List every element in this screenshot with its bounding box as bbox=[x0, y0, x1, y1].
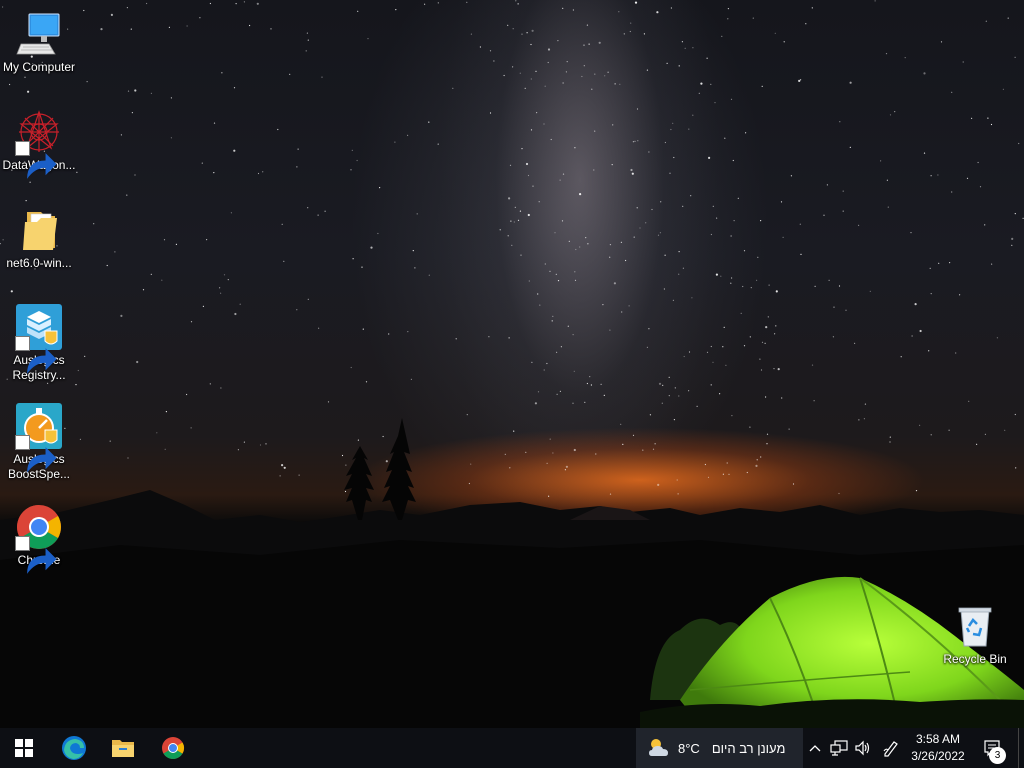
shortcut-arrow-icon bbox=[15, 336, 57, 374]
notification-count-badge: 3 bbox=[989, 747, 1006, 764]
folder-icon bbox=[15, 206, 63, 254]
show-desktop-button[interactable] bbox=[1018, 728, 1024, 768]
volume-icon bbox=[855, 740, 870, 756]
shortcut-arrow-icon bbox=[15, 435, 57, 473]
auslogics-registry-icon bbox=[15, 303, 63, 374]
desktop-icon-chrome[interactable]: Chrome bbox=[1, 503, 77, 574]
landscape-silhouette bbox=[0, 418, 1024, 728]
monitor-icon bbox=[15, 10, 63, 58]
windows-start-icon bbox=[15, 739, 33, 757]
icon-label: My Computer bbox=[2, 60, 76, 74]
clock-time: 3:58 AM bbox=[915, 732, 961, 746]
tray-pen-button[interactable] bbox=[879, 728, 903, 768]
icon-label: net6.0-win... bbox=[6, 256, 72, 270]
icon-label: Recycle Bin bbox=[943, 652, 1007, 666]
clock-date: 3/26/2022 bbox=[911, 749, 965, 763]
taskbar-clock[interactable]: 3:58 AM 3/26/2022 bbox=[906, 731, 970, 765]
auslogics-boostspeed-icon bbox=[15, 402, 63, 473]
shortcut-arrow-icon bbox=[15, 536, 57, 574]
taskbar-edge-button[interactable] bbox=[50, 728, 98, 768]
network-icon bbox=[830, 740, 848, 756]
desktop-icon-auslogics-registry[interactable]: Auslogics Registry... bbox=[1, 303, 77, 383]
chrome-icon bbox=[15, 503, 63, 574]
weather-temperature: 8°C bbox=[678, 740, 700, 756]
weather-description: מעונן רב היום bbox=[711, 740, 786, 756]
desktop-icon-recycle-bin[interactable]: Recycle Bin bbox=[937, 602, 1013, 667]
datawagon-icon bbox=[15, 108, 63, 179]
start-button[interactable] bbox=[0, 728, 48, 768]
tray-overflow-button[interactable] bbox=[806, 728, 824, 768]
edge-icon bbox=[62, 736, 86, 760]
recycle-bin-icon bbox=[951, 602, 999, 650]
weather-widget[interactable]: 8°C מעונן רב היום bbox=[636, 728, 803, 768]
taskbar: 8°C מעונן רב היום 3:58 AM 3/26/2022 3 bbox=[0, 728, 1024, 768]
desktop-wallpaper: My Computer DataWagon... bbox=[0, 0, 1024, 728]
partly-cloudy-icon bbox=[649, 739, 668, 756]
shortcut-arrow-icon bbox=[15, 141, 57, 179]
desktop-icon-my-computer[interactable]: My Computer bbox=[1, 10, 77, 75]
taskbar-file-explorer-button[interactable] bbox=[99, 728, 147, 768]
chrome-icon bbox=[162, 737, 184, 759]
tray-network-button[interactable] bbox=[828, 728, 850, 768]
pen-icon bbox=[883, 741, 898, 757]
desktop-icon-auslogics-boostspeed[interactable]: Auslogics BoostSpe... bbox=[1, 402, 77, 482]
chevron-up-icon bbox=[809, 745, 821, 752]
desktop-icon-datawagon[interactable]: DataWagon... bbox=[1, 108, 77, 179]
tray-volume-button[interactable] bbox=[852, 728, 874, 768]
file-explorer-icon bbox=[112, 740, 134, 757]
desktop-icon-net6-folder[interactable]: net6.0-win... bbox=[1, 206, 77, 271]
taskbar-chrome-button[interactable] bbox=[149, 728, 197, 768]
